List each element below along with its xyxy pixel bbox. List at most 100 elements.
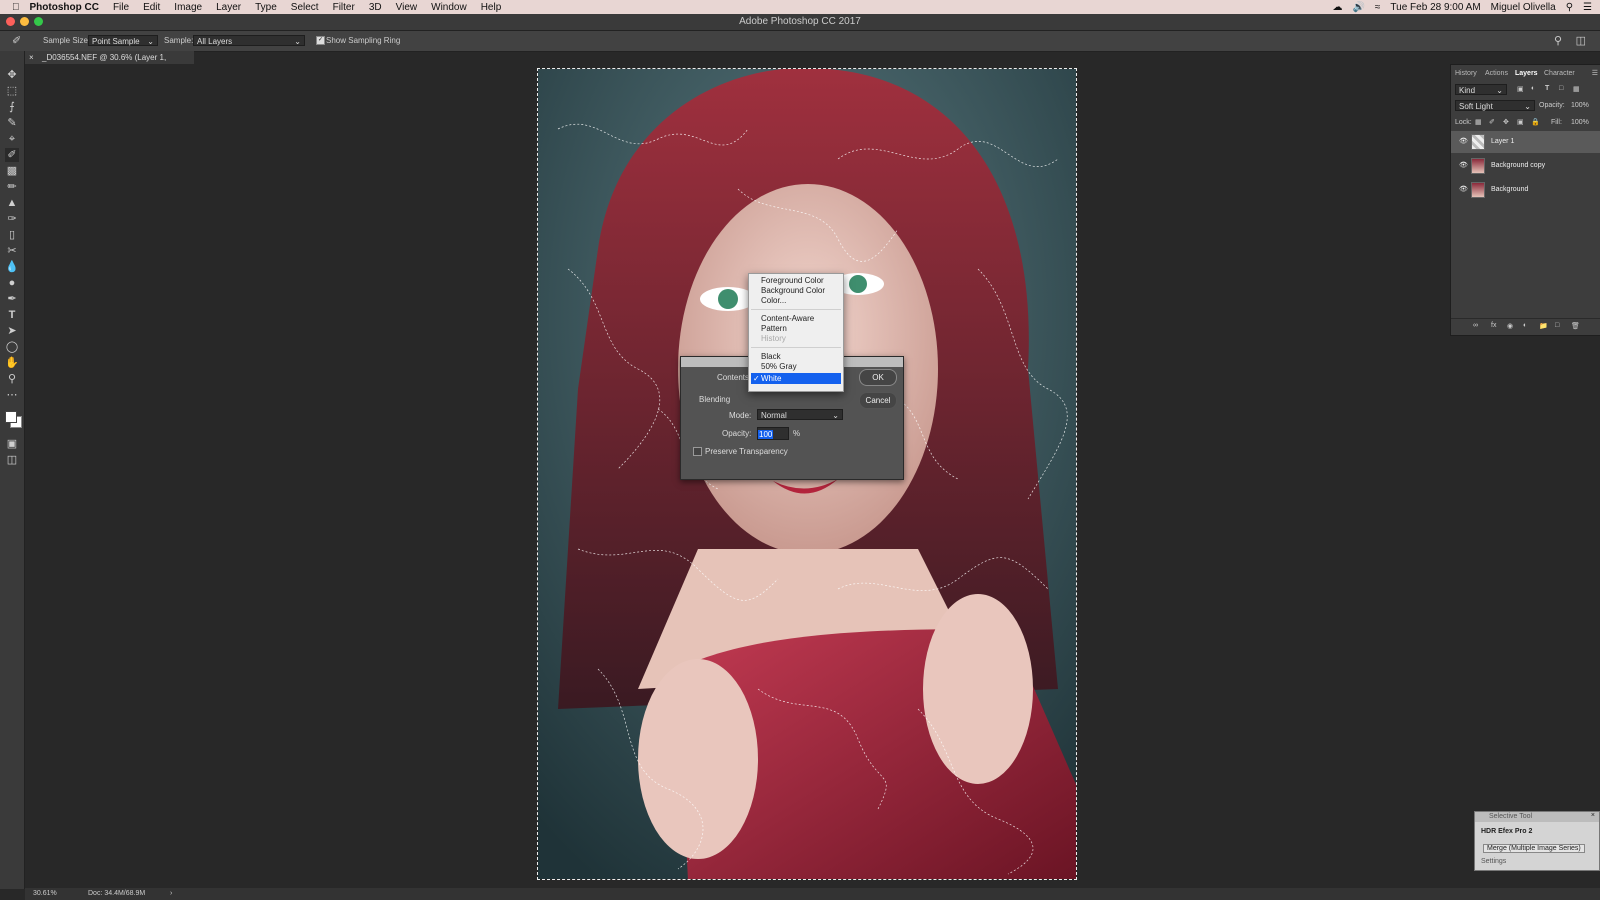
opacity-field[interactable]: 100 [757, 427, 789, 440]
ok-button[interactable]: OK [859, 369, 897, 386]
selective-tool-item-merge[interactable]: Merge (Multiple Image Series) [1483, 844, 1585, 853]
search-icon[interactable]: ⚲ [1554, 34, 1562, 47]
link-layers-icon[interactable]: ∞ [1473, 322, 1478, 329]
filter-type-icon[interactable]: T [1545, 85, 1549, 92]
menu-item-white[interactable]: ✓ White [751, 373, 841, 384]
lock-all-icon[interactable]: 🔒 [1531, 118, 1540, 126]
sampling-ring-checkbox[interactable]: ✓ [316, 36, 325, 45]
preserve-transparency-checkbox[interactable] [693, 447, 702, 456]
volume-icon[interactable]: 🔊 [1352, 2, 1364, 13]
filter-image-icon[interactable]: ▣ [1517, 85, 1524, 93]
marquee-tool-icon[interactable]: ⬚ [5, 84, 19, 98]
menu-item-content-aware[interactable]: Content-Aware [761, 314, 814, 323]
creative-cloud-icon[interactable]: ☁ [1332, 2, 1342, 13]
chevron-right-icon[interactable]: › [170, 888, 172, 900]
app-menu[interactable]: Photoshop CC [30, 2, 99, 13]
visibility-eye-icon[interactable]: 👁 [1459, 131, 1468, 153]
more-tools-icon[interactable]: ⋯ [5, 388, 19, 402]
opacity-value[interactable]: 100% [1571, 102, 1589, 109]
eyedropper-preset-icon[interactable]: ✐ [12, 34, 21, 47]
menu-item-pattern[interactable]: Pattern [761, 324, 787, 333]
filter-adjustment-icon[interactable]: ◐ [1531, 85, 1535, 92]
filter-shape-icon[interactable]: □ [1559, 85, 1563, 92]
menu-type[interactable]: Type [255, 2, 277, 13]
menu-view[interactable]: View [396, 2, 418, 13]
filter-smart-object-icon[interactable]: ▦ [1573, 85, 1580, 93]
menu-3d[interactable]: 3D [369, 2, 382, 13]
document-tab[interactable]: × _D036554.NEF @ 30.6% (Layer 1, RGB/8*)… [24, 51, 194, 75]
selective-tool-settings[interactable]: Settings [1481, 858, 1506, 865]
trash-icon[interactable]: 🗑 [1571, 322, 1580, 330]
menu-filter[interactable]: Filter [333, 2, 355, 13]
panel-menu-icon[interactable]: ☰ [1592, 69, 1598, 77]
add-mask-icon[interactable]: ◉ [1507, 322, 1513, 330]
menu-item-black[interactable]: Black [761, 352, 781, 361]
layer-row-background[interactable]: 👁 Background [1451, 179, 1600, 201]
layer-row-layer-1[interactable]: 👁 Layer 1 [1451, 131, 1600, 153]
screen-mode-icon[interactable]: ◫ [5, 453, 19, 467]
visibility-eye-icon[interactable]: 👁 [1459, 155, 1468, 177]
blend-mode-select[interactable]: Soft Light ⌄ [1455, 100, 1535, 111]
filter-kind-select[interactable]: Kind ⌄ [1455, 84, 1507, 95]
menu-image[interactable]: Image [174, 2, 202, 13]
blur-tool-icon[interactable]: 💧 [5, 260, 19, 274]
list-icon[interactable]: ☰ [1583, 2, 1592, 13]
eyedropper-tool-icon[interactable]: ✐ [5, 148, 19, 162]
tab-history[interactable]: History [1455, 70, 1477, 77]
zoom-tool-icon[interactable]: ⚲ [5, 372, 19, 386]
dodge-tool-icon[interactable]: ● [5, 276, 19, 290]
brush-tool-icon[interactable]: ✏ [5, 180, 19, 194]
menu-help[interactable]: Help [481, 2, 502, 13]
menu-item-background-color[interactable]: Background Color [761, 286, 825, 295]
user-name[interactable]: Miguel Olivella [1491, 2, 1556, 13]
lock-transparent-icon[interactable]: ▦ [1475, 118, 1482, 126]
history-brush-tool-icon[interactable]: ✑ [5, 212, 19, 226]
menu-edit[interactable]: Edit [143, 2, 160, 13]
menu-file[interactable]: File [113, 2, 129, 13]
lasso-tool-icon[interactable]: ⨍ [5, 100, 19, 114]
paint-bucket-tool-icon[interactable]: ✂ [5, 244, 19, 258]
tab-actions[interactable]: Actions [1485, 70, 1508, 77]
clock-text[interactable]: Tue Feb 28 9:00 AM [1390, 2, 1480, 13]
type-tool-icon[interactable]: T [5, 308, 19, 322]
healing-brush-tool-icon[interactable]: ▩ [5, 164, 19, 178]
foreground-color-swatch[interactable] [5, 411, 17, 423]
workspace-icon[interactable]: ◫ [1576, 34, 1586, 47]
hand-tool-icon[interactable]: ✋ [5, 356, 19, 370]
move-tool-icon[interactable]: ✥ [5, 68, 19, 82]
lock-position-icon[interactable]: ✥ [1503, 118, 1509, 126]
apple-icon[interactable]:  [12, 2, 20, 13]
tab-layers[interactable]: Layers [1515, 70, 1538, 77]
adjustment-layer-icon[interactable]: ◐ [1523, 322, 1527, 329]
close-icon[interactable]: × [1591, 812, 1595, 819]
search-icon[interactable]: ⚲ [1566, 2, 1573, 13]
sample-select[interactable]: All Layers ⌄ [193, 35, 305, 46]
tab-character[interactable]: Character [1544, 70, 1575, 77]
wifi-icon[interactable]: ≈ [1375, 2, 1381, 13]
clone-stamp-tool-icon[interactable]: ▲ [5, 196, 19, 210]
menu-select[interactable]: Select [291, 2, 319, 13]
menu-item-color[interactable]: Color... [761, 296, 786, 305]
new-layer-icon[interactable]: □ [1555, 322, 1559, 329]
zoom-level[interactable]: 30.61% [33, 888, 57, 900]
quick-select-tool-icon[interactable]: ✎ [5, 116, 19, 130]
menu-layer[interactable]: Layer [216, 2, 241, 13]
ellipse-tool-icon[interactable]: ◯ [5, 340, 19, 354]
pen-tool-icon[interactable]: ✒ [5, 292, 19, 306]
visibility-eye-icon[interactable]: 👁 [1459, 179, 1468, 201]
layer-style-fx-icon[interactable]: fx [1491, 322, 1496, 329]
layer-row-background-copy[interactable]: 👁 Background copy [1451, 155, 1600, 177]
quick-mask-icon[interactable]: ▣ [5, 437, 19, 451]
mode-select[interactable]: Normal ⌄ [757, 409, 843, 420]
lock-artboard-icon[interactable]: ▣ [1517, 118, 1524, 126]
fill-value[interactable]: 100% [1571, 119, 1589, 126]
new-group-icon[interactable]: 📁 [1539, 322, 1548, 330]
menu-item-50-gray[interactable]: 50% Gray [761, 362, 797, 371]
path-select-tool-icon[interactable]: ➤ [5, 324, 19, 338]
lock-pixels-icon[interactable]: ✐ [1489, 118, 1495, 126]
selective-tool-item-hdr[interactable]: HDR Efex Pro 2 [1481, 828, 1532, 835]
eraser-tool-icon[interactable]: ▯ [5, 228, 19, 242]
crop-tool-icon[interactable]: ⌖ [5, 132, 19, 146]
sample-size-select[interactable]: Point Sample ⌄ [88, 35, 158, 46]
menu-item-foreground-color[interactable]: Foreground Color [761, 276, 824, 285]
